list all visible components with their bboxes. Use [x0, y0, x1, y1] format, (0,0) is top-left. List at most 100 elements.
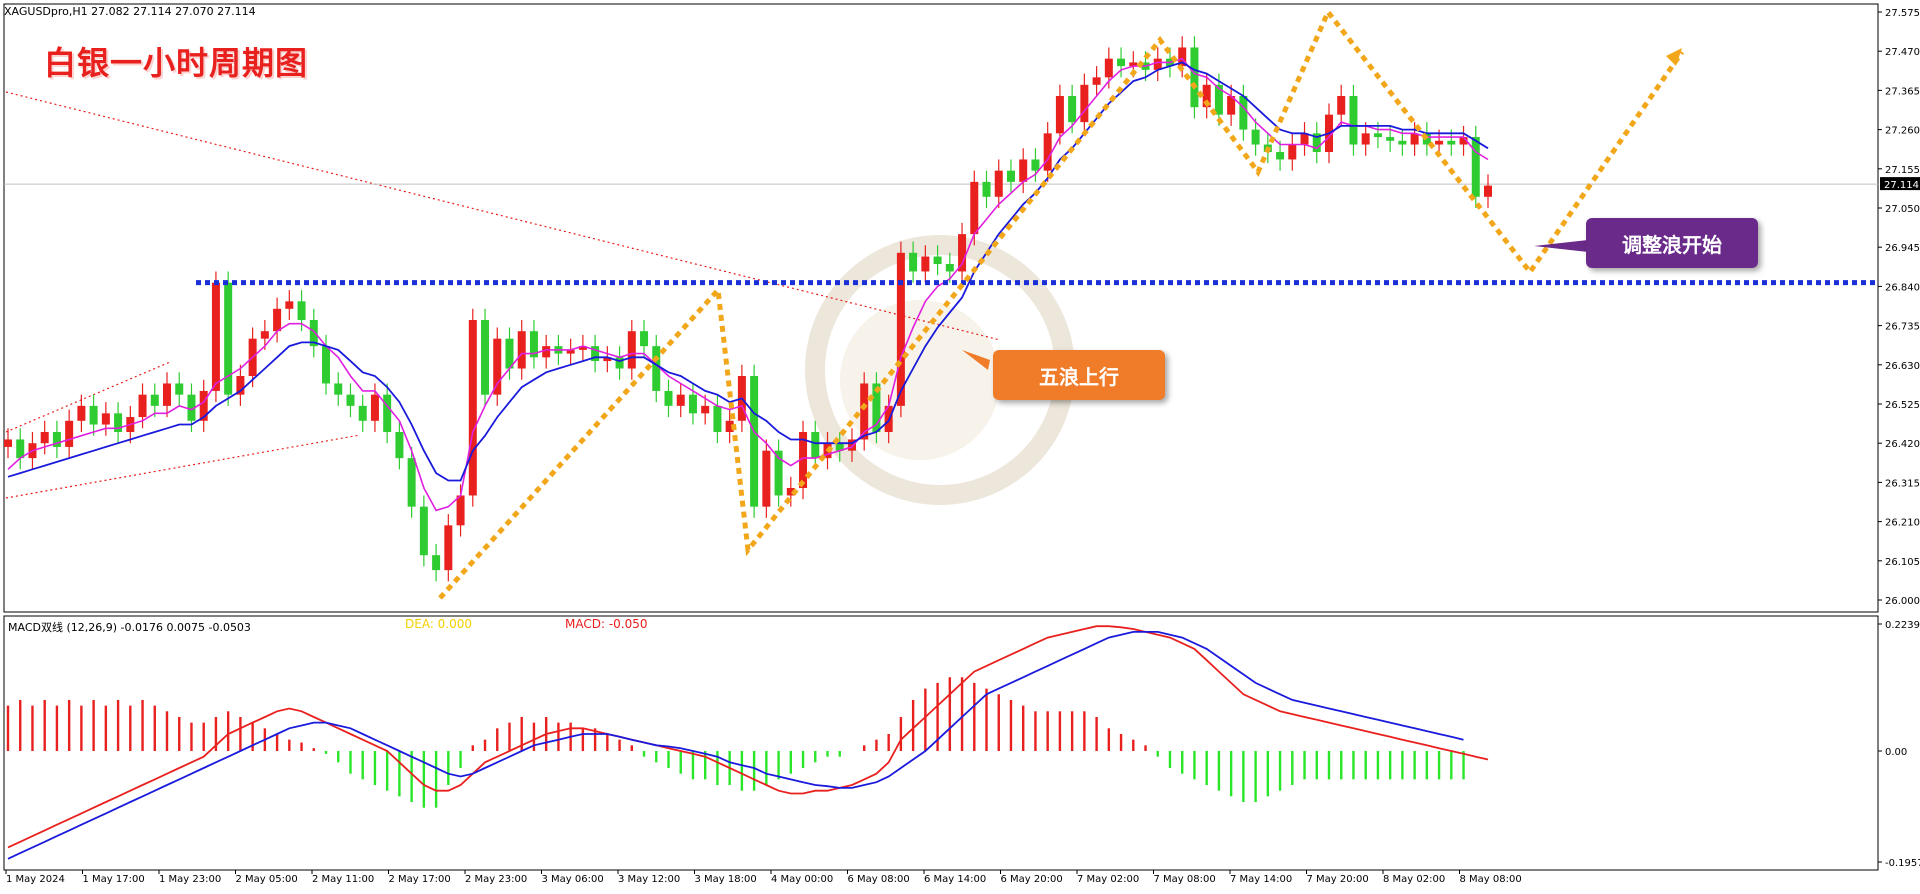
- candle: [688, 394, 697, 414]
- chart-stage: 27.575 27.470 27.365 27.260 27.155 27.050 26.9…: [0, 0, 1920, 890]
- y-tick-label: 26.000: [1885, 596, 1920, 607]
- x-tick-label: 2 May 23:00: [465, 874, 527, 885]
- candle: [1251, 129, 1260, 145]
- candle: [346, 394, 355, 406]
- macd-header: MACD双线 (12,26,9) -0.0176 0.0075 -0.0503: [8, 621, 251, 634]
- macd-y-tick-label: 0.2239: [1885, 620, 1920, 631]
- candle: [652, 346, 661, 391]
- candle: [468, 320, 477, 496]
- candle: [1373, 133, 1382, 138]
- candle: [1104, 58, 1113, 78]
- x-tick-label: 1 May 2024: [6, 874, 65, 885]
- candle: [1019, 159, 1028, 182]
- candle: [114, 413, 123, 432]
- macd-panel: [3, 615, 1879, 871]
- y-tick-label: 26.315: [1885, 478, 1920, 489]
- candle: [175, 383, 184, 395]
- x-tick-label: 6 May 08:00: [848, 874, 910, 885]
- candle: [138, 394, 147, 418]
- x-tick-label: 7 May 02:00: [1077, 874, 1139, 885]
- macd-y-tick-label: -0.1957: [1885, 858, 1920, 869]
- candle: [444, 525, 453, 571]
- candle: [1288, 144, 1297, 160]
- y-tick-label: 27.470: [1885, 47, 1920, 58]
- candle: [676, 394, 685, 406]
- candle: [921, 256, 930, 272]
- y-tick-label: 26.630: [1885, 361, 1920, 372]
- y-tick-label: 26.735: [1885, 322, 1920, 333]
- candle: [77, 405, 86, 421]
- candle: [1337, 96, 1346, 115]
- candle: [1484, 185, 1492, 197]
- y-tick-label: 27.365: [1885, 86, 1920, 97]
- candle: [945, 264, 954, 272]
- dea-label: DEA: 0.000: [405, 617, 473, 631]
- candle: [982, 181, 991, 197]
- candle: [701, 405, 710, 414]
- candle: [542, 346, 551, 358]
- candle: [640, 331, 649, 347]
- candle: [1055, 96, 1064, 134]
- y-tick-label: 26.525: [1885, 400, 1920, 411]
- current-price-label: 27.114: [1884, 180, 1919, 191]
- candle: [615, 357, 624, 369]
- y-tick-label: 27.260: [1885, 126, 1920, 137]
- x-tick-label: 2 May 11:00: [312, 874, 374, 885]
- candle: [1092, 77, 1101, 85]
- candle: [896, 252, 905, 406]
- candle: [1435, 140, 1444, 145]
- callout-wave-up: 五浪上行: [993, 350, 1165, 400]
- candle: [1068, 96, 1077, 123]
- y-tick-label: 27.575: [1885, 8, 1920, 19]
- candle: [163, 383, 172, 406]
- symbol-info: XAGUSDpro,H1 27.082 27.114 27.070 27.114: [4, 5, 256, 18]
- candle: [1006, 170, 1015, 182]
- candle: [762, 450, 771, 507]
- candle: [1447, 140, 1456, 145]
- y-tick-label: 26.840: [1885, 282, 1920, 293]
- x-tick-label: 6 May 20:00: [1001, 874, 1063, 885]
- candle: [909, 252, 918, 272]
- candle: [419, 506, 428, 556]
- y-tick-label: 26.945: [1885, 243, 1920, 254]
- candle: [958, 234, 967, 272]
- candle: [933, 256, 942, 264]
- candle: [627, 331, 636, 369]
- candle: [273, 308, 282, 332]
- candle: [1398, 140, 1407, 145]
- candle: [1190, 47, 1199, 108]
- x-tick-label: 7 May 14:00: [1230, 874, 1292, 885]
- candle: [1117, 58, 1126, 67]
- y-tick-label: 27.155: [1885, 165, 1920, 176]
- y-tick-label: 26.420: [1885, 439, 1920, 450]
- candle: [811, 432, 820, 459]
- candle: [370, 394, 379, 421]
- candle: [334, 383, 343, 395]
- x-tick-label: 1 May 17:00: [83, 874, 145, 885]
- candle: [1031, 159, 1040, 171]
- candle: [713, 405, 722, 432]
- candle: [1471, 137, 1480, 197]
- candle: [1349, 96, 1358, 145]
- y-tick-label: 26.105: [1885, 557, 1920, 568]
- candle: [481, 320, 490, 395]
- candle: [4, 439, 12, 447]
- candle: [493, 338, 502, 395]
- candle: [150, 394, 159, 406]
- x-tick-label: 1 May 23:00: [159, 874, 221, 885]
- x-tick-label: 8 May 08:00: [1460, 874, 1522, 885]
- x-tick-label: 4 May 00:00: [771, 874, 833, 885]
- candle: [432, 555, 441, 571]
- x-tick-label: 8 May 02:00: [1383, 874, 1445, 885]
- x-tick-label: 2 May 05:00: [236, 874, 298, 885]
- candle: [1043, 133, 1052, 171]
- candle: [383, 394, 392, 432]
- candle: [1386, 137, 1395, 141]
- chart-canvas: 27.575 27.470 27.365 27.260 27.155 27.050 26.9…: [3, 3, 1920, 885]
- candle: [297, 301, 306, 320]
- x-tick-label: 2 May 17:00: [389, 874, 451, 885]
- candle: [16, 439, 25, 459]
- candle: [750, 376, 759, 507]
- candle: [664, 390, 673, 406]
- candle: [456, 495, 465, 526]
